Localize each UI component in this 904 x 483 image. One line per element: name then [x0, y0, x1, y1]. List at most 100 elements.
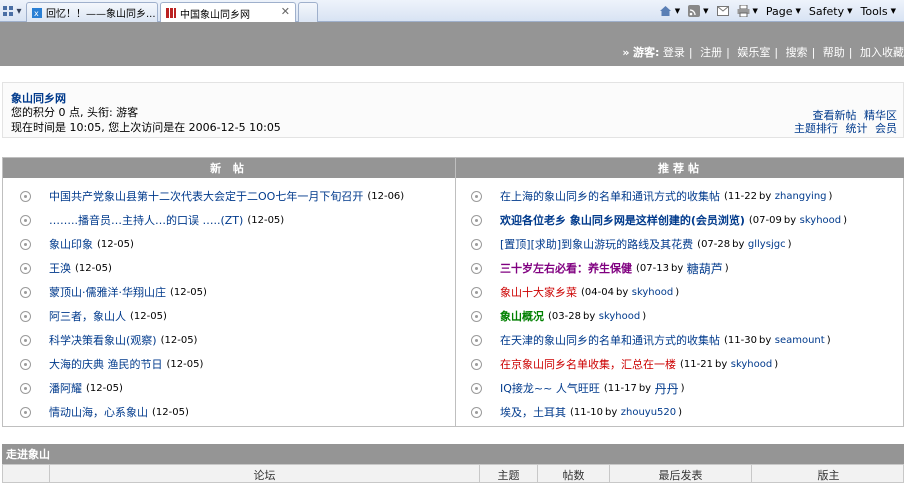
by-label: by [604, 406, 618, 418]
login-link[interactable]: 登录 [663, 46, 685, 59]
new-post-title-link[interactable]: ……..播音员…主持人…的口误 …..(ZT) [49, 212, 243, 228]
browser-tab-2-title: 中国象山同乡网 [180, 9, 250, 21]
new-tab-button[interactable] [298, 2, 318, 22]
browser-tab-1[interactable]: x 回忆！！——象山同乡... [26, 2, 158, 22]
new-post-title-link[interactable]: 科学决策看象山(观察) [49, 332, 157, 348]
post-author-link[interactable]: zhouyu520 [621, 407, 676, 418]
recommended-post-title-link[interactable]: IQ接龙~~ 人气旺旺 [500, 380, 600, 396]
quick-tabs-icon[interactable] [2, 3, 14, 19]
bullet-icon [471, 382, 482, 394]
recommended-post-title-link[interactable]: 欢迎各位老乡 象山同乡网是这样创建的(会员浏览) [500, 212, 745, 228]
new-post-title-link[interactable]: 象山印象 [49, 236, 93, 252]
search-link[interactable]: 搜索 [786, 46, 808, 59]
new-post-date: (12-05) [97, 238, 134, 250]
guest-label: 游客: [633, 46, 660, 59]
recommended-post-title-link[interactable]: 在京象山同乡名单收集，汇总在一楼 [500, 356, 676, 372]
close-paren: ) [843, 214, 848, 226]
new-post-item: 潘阿耀 (12-05) [20, 380, 123, 396]
post-author-link[interactable]: gllysjgc [748, 239, 786, 250]
post-author-link[interactable]: seamount [775, 335, 825, 346]
home-button[interactable]: ▼ [659, 5, 680, 17]
recommended-post-date: (11-30 [724, 334, 757, 346]
page-menu-label: Page [765, 4, 793, 18]
recommended-post-title-link[interactable]: 在天津的象山同乡的名单和通讯方式的收集帖 [500, 332, 720, 348]
recommended-post-date: (07-28 [697, 238, 731, 250]
feeds-button[interactable]: ▼ [688, 5, 709, 17]
entertainment-link[interactable]: 娱乐室 [737, 46, 770, 59]
new-post-date: (12-05) [160, 334, 198, 346]
recommended-post-title-link[interactable]: 三十岁左右必看：养生保健 [500, 260, 632, 276]
bullet-icon [471, 262, 482, 274]
home-icon [659, 6, 671, 16]
bullet-icon [20, 334, 31, 346]
post-author-link[interactable]: skyhood [731, 359, 772, 370]
post-author-link[interactable]: 丹丹 [655, 380, 679, 397]
new-post-item: 情动山海，心系象山 (12-05) [20, 404, 189, 420]
recommended-post-item: 在天津的象山同乡的名单和通讯方式的收集帖 (11-30 by seamount) [471, 332, 831, 348]
new-post-item: 阿三者，象山人 (12-05) [20, 308, 167, 324]
post-author-link[interactable]: zhangying [775, 191, 827, 202]
tools-menu[interactable]: Tools ▼ [861, 5, 897, 18]
bullet-icon [20, 382, 31, 394]
register-link[interactable]: 注册 [700, 46, 722, 59]
close-paren: ) [678, 406, 683, 418]
new-post-date: (12-05) [170, 286, 207, 298]
recommended-post-date: (03-28 [548, 310, 581, 322]
safety-menu[interactable]: Safety ▼ [809, 5, 853, 18]
bullet-icon [20, 310, 31, 322]
recommended-post-item: 埃及，土耳其 (11-10 by zhouyu520) [471, 404, 682, 420]
new-post-title-link[interactable]: 潘阿耀 [49, 380, 82, 396]
members-link[interactable]: 会员 [875, 122, 897, 135]
post-author-link[interactable]: skyhood [632, 287, 673, 298]
recommended-post-date: (11-21 [680, 358, 713, 370]
by-label: by [615, 286, 629, 298]
post-author-link[interactable]: 糖葫芦 [687, 260, 723, 277]
close-paren: ) [828, 190, 833, 202]
recommended-post-title-link[interactable]: 象山十大家乡菜 [500, 284, 577, 300]
by-label: by [758, 334, 772, 346]
post-author-link[interactable]: skyhood [599, 311, 640, 322]
new-post-item: 科学决策看象山(观察) (12-05) [20, 332, 197, 348]
bullet-icon [20, 238, 31, 250]
new-post-title-link[interactable]: 王涣 [49, 260, 71, 276]
add-favorite-link[interactable]: 加入收藏 [860, 46, 904, 59]
new-post-title-link[interactable]: 蒙顶山·儒雅洋·华翔山庄 [49, 284, 166, 300]
bullet-icon [471, 214, 482, 226]
close-paren: ) [787, 238, 792, 250]
close-paren: ) [680, 382, 685, 394]
recommended-post-item: 三十岁左右必看：养生保健 (07-13 by 糖葫芦) [471, 260, 729, 276]
mail-button[interactable] [716, 6, 729, 16]
new-post-date: (12-05) [166, 358, 204, 370]
new-post-title-link[interactable]: 情动山海，心系象山 [49, 404, 148, 420]
recommended-post-title-link[interactable]: 在上海的象山同乡的名单和通讯方式的收集帖 [500, 188, 720, 204]
recommended-post-title-link[interactable]: [置顶][求助]到象山游玩的路线及其花费 [500, 236, 693, 252]
recommended-posts-header: 推荐帖 [456, 158, 904, 178]
help-link[interactable]: 帮助 [823, 46, 845, 59]
section-header: 走进象山 [2, 444, 904, 464]
tab-list-dropdown-icon[interactable]: ▾ [14, 3, 24, 19]
recommended-post-title-link[interactable]: 埃及，土耳其 [500, 404, 566, 420]
rss-feed-icon [688, 5, 701, 17]
new-post-title-link[interactable]: 大海的庆典 渔民的节日 [49, 356, 163, 372]
close-tab-icon[interactable]: ✕ [281, 5, 290, 18]
recommended-post-item: [置顶][求助]到象山游玩的路线及其花费 (07-28 by gllysjgc) [471, 236, 791, 252]
new-post-title-link[interactable]: 中国共产党象山县第十二次代表大会定于二OO七年一月下旬召开 [49, 188, 363, 204]
recommended-post-item: 在上海的象山同乡的名单和通讯方式的收集帖 (11-22 by zhangying) [471, 188, 832, 204]
new-post-title-link[interactable]: 阿三者，象山人 [49, 308, 126, 324]
bullet-icon [471, 286, 482, 298]
forum-header-bar: » 游客: 登录 | 注册 | 娱乐室 | 搜索 | 帮助 | 加入收藏 [0, 22, 904, 66]
recommended-post-item: IQ接龙~~ 人气旺旺 (11-17 by 丹丹) [471, 380, 685, 396]
close-paren: ) [642, 310, 647, 322]
quick-links-row-2: 主题排行 统计 会员 [790, 120, 897, 136]
topic-ranking-link[interactable]: 主题排行 [794, 122, 838, 135]
print-button[interactable]: ▼ [737, 5, 758, 17]
statistics-link[interactable]: 统计 [846, 122, 868, 135]
by-label: by [758, 190, 772, 202]
recommended-post-date: (11-17 [603, 382, 637, 394]
post-author-link[interactable]: skyhood [800, 215, 841, 226]
by-label: by [582, 310, 596, 322]
browser-tab-2[interactable]: 中国象山同乡网 ✕ [160, 2, 296, 23]
page-menu[interactable]: Page ▼ [766, 5, 801, 18]
recommended-post-item: 在京象山同乡名单收集，汇总在一楼 (11-21 by skyhood) [471, 356, 778, 372]
recommended-post-title-link[interactable]: 象山概况 [500, 308, 544, 324]
